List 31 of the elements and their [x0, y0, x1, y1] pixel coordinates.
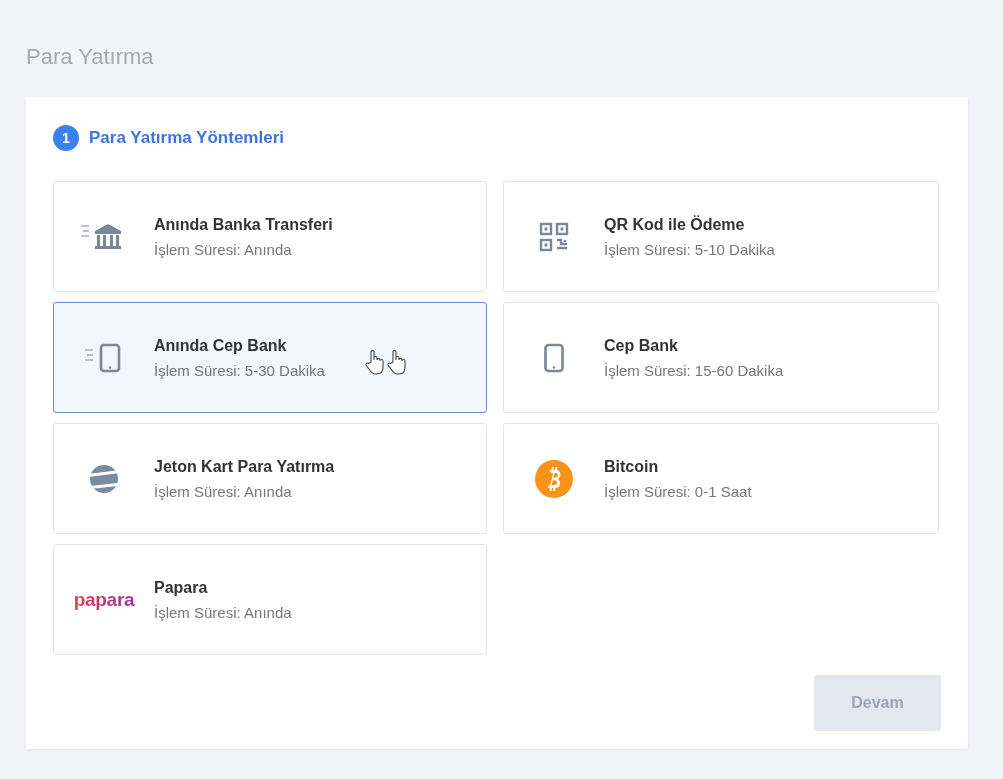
processing-time: İşlem Süresi: Anında [154, 240, 293, 258]
processing-time: İşlem Süresi: Anında [154, 603, 292, 621]
method-name: Anında Cep Bank [154, 336, 288, 355]
payment-method-card[interactable]: Cep Bank İşlem Süresi: 15-60 Dakika [503, 302, 939, 413]
processing-time: İşlem Süresi: 15-60 Dakika [604, 361, 784, 379]
method-name: QR Kod ile Ödeme [604, 215, 746, 234]
hand-cursor-icon [387, 349, 407, 375]
payment-method-card[interactable]: Anında Cep Bank İşlem Süresi: 5-30 Dakika [53, 302, 487, 413]
method-name: Anında Banka Transferi [154, 215, 333, 234]
method-name: Bitcoin [604, 457, 660, 476]
payment-method-card[interactable]: Bitcoin İşlem Süresi: 0-1 Saat [503, 423, 939, 534]
page-title: Para Yatırma [26, 44, 155, 70]
processing-time: İşlem Süresi: 0-1 Saat [604, 482, 752, 500]
payment-method-card[interactable]: QR Kod ile Ödeme İşlem Süresi: 5-10 Dakika [503, 181, 939, 292]
method-name: Jeton Kart Para Yatırma [154, 457, 335, 476]
qr-code-icon [539, 221, 569, 252]
mobile-phone-icon [85, 342, 123, 373]
hand-cursor-icon [365, 349, 385, 375]
mobile-phone-icon [544, 342, 564, 373]
payment-method-card[interactable]: Anında Banka Transferi İşlem Süresi: Anında [53, 181, 487, 292]
step-number: 1 [53, 125, 79, 151]
bitcoin-icon [535, 459, 573, 498]
method-name: Cep Bank [604, 336, 679, 355]
step-title: Para Yatırma Yöntemleri [89, 128, 284, 148]
payment-method-card[interactable]: Jeton Kart Para Yatırma İşlem Süresi: Anında [53, 423, 487, 534]
striped-circle-icon [89, 463, 119, 494]
processing-time: İşlem Süresi: 5-10 Dakika [604, 240, 775, 258]
processing-time: İşlem Süresi: 5-30 Dakika [154, 361, 325, 379]
method-name: Papara [154, 578, 209, 597]
processing-time: İşlem Süresi: Anında [154, 482, 293, 500]
payment-method-card[interactable]: papara Papara İşlem Süresi: Anında [53, 544, 487, 655]
